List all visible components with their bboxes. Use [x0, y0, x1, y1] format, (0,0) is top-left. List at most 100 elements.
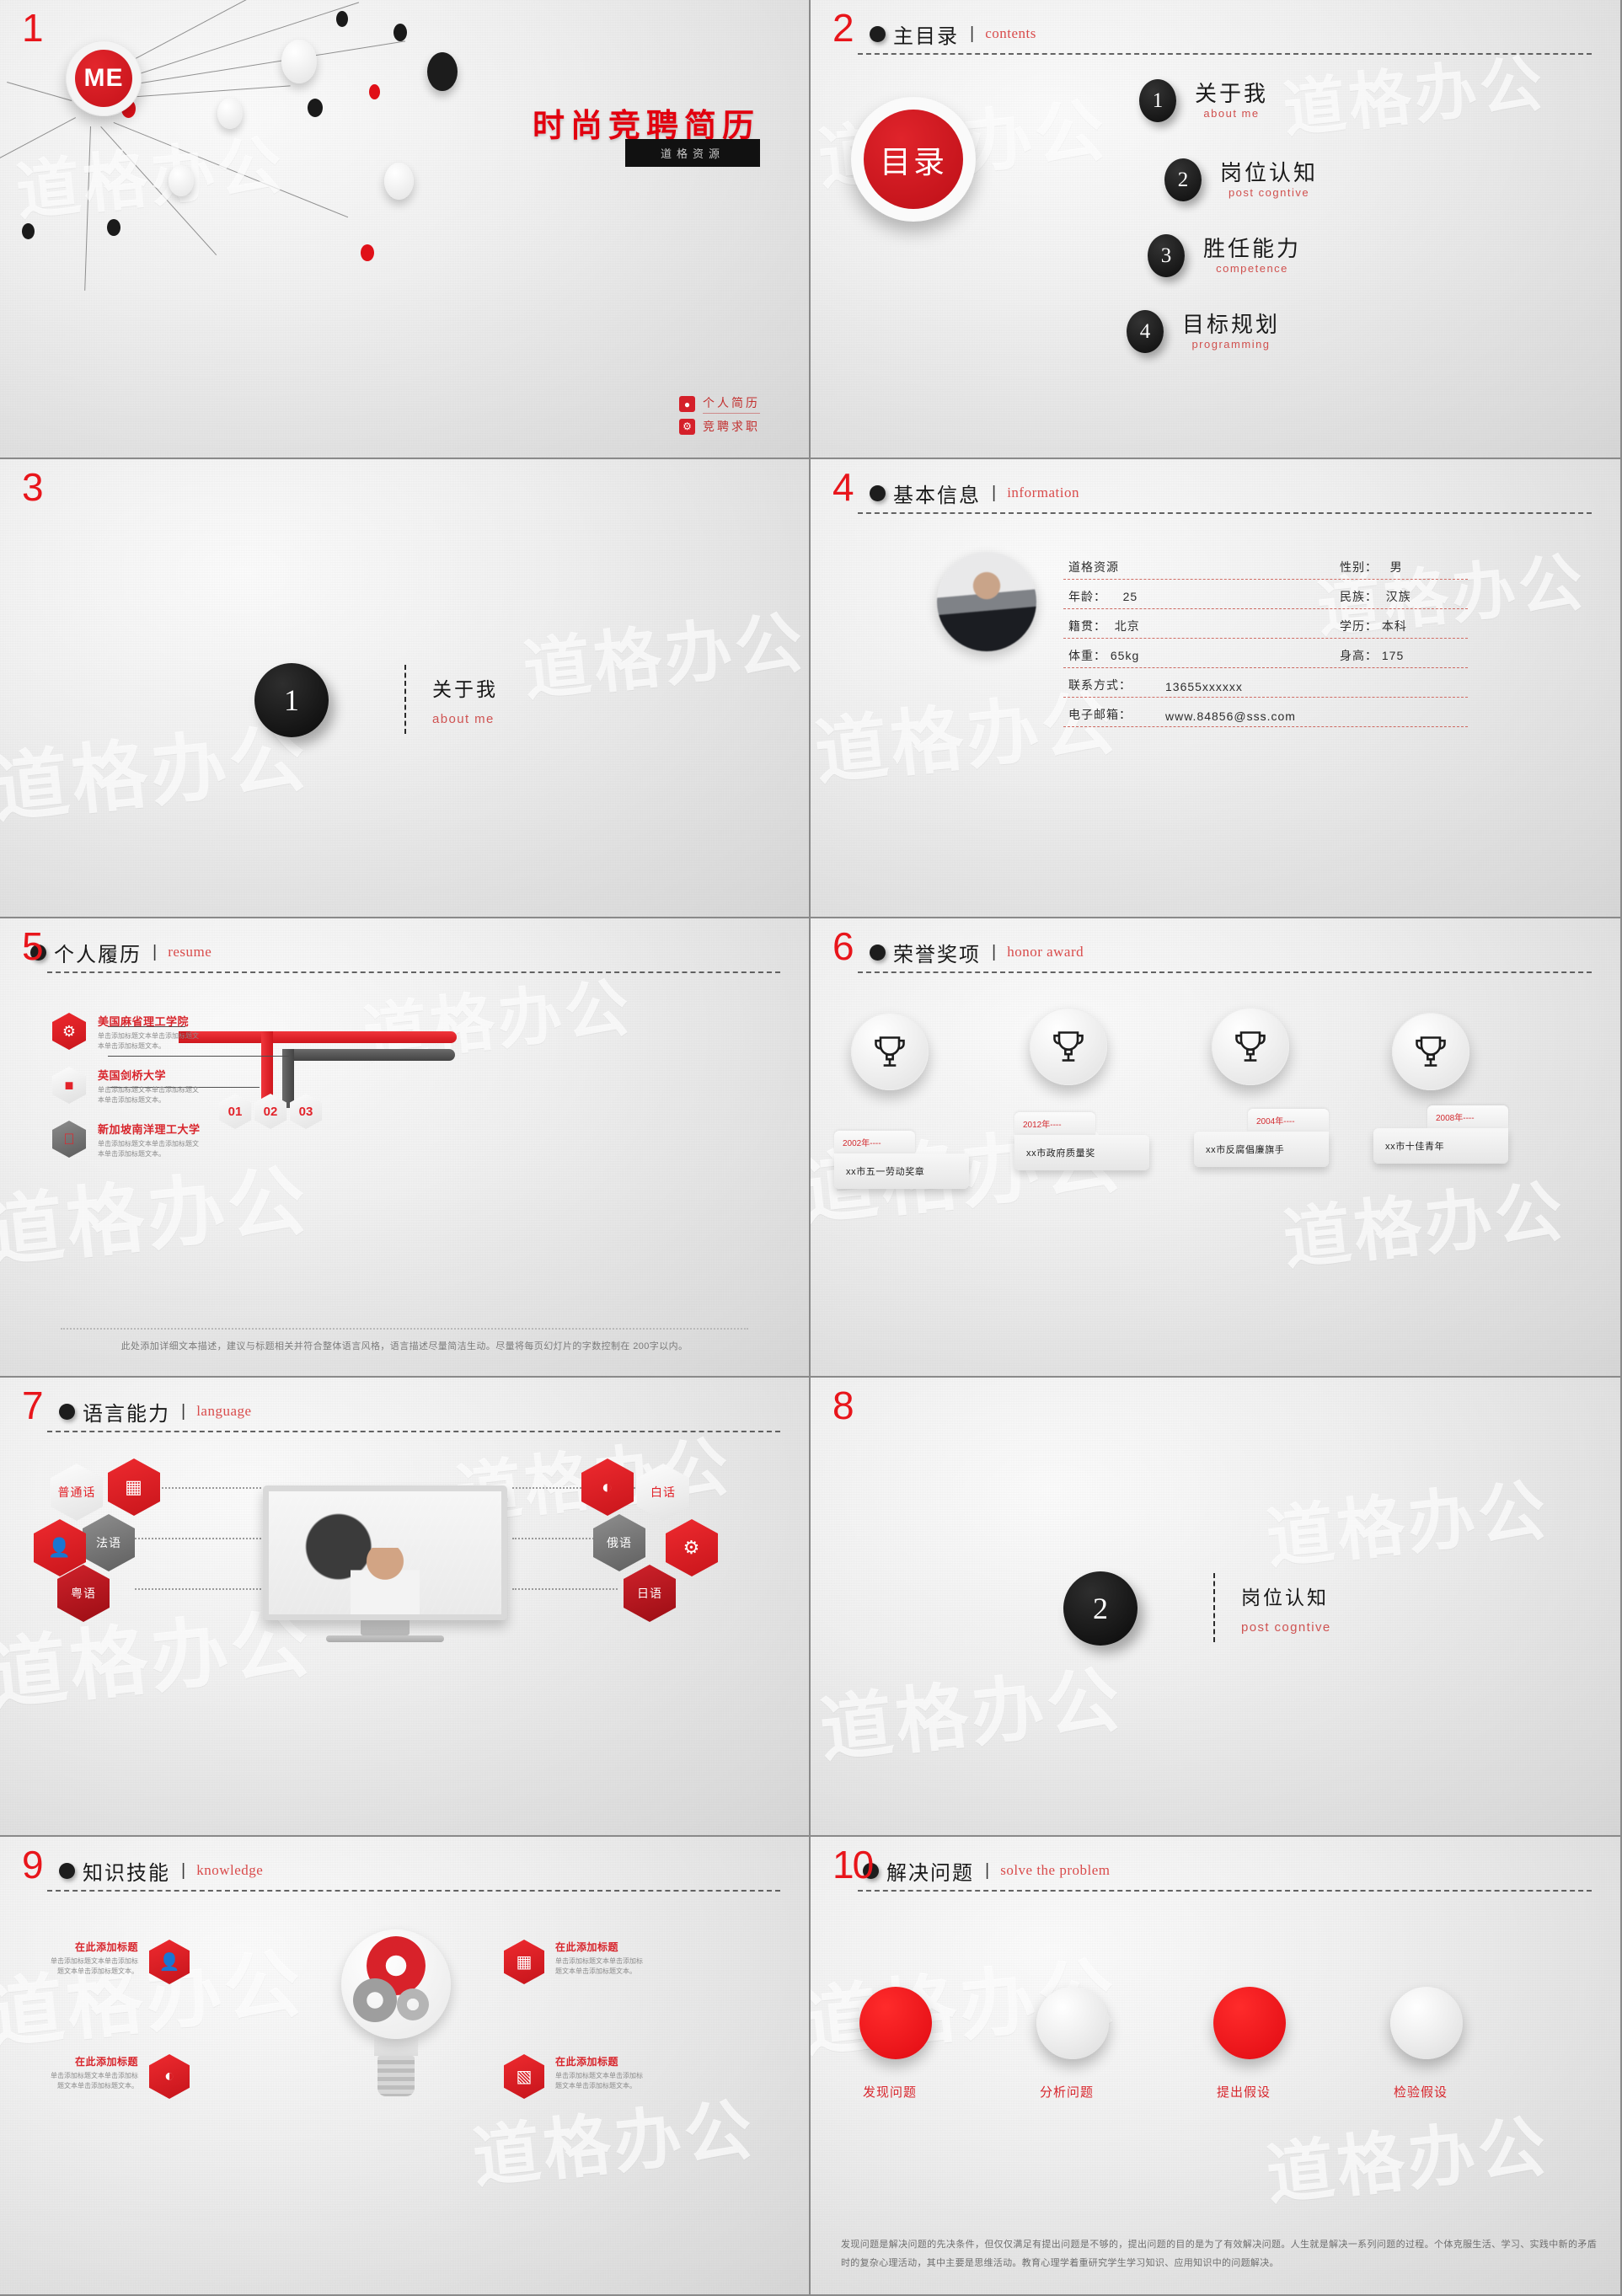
- step-label-1: 发现问题: [863, 2085, 918, 2100]
- lightbulb-illustration: [320, 1929, 472, 2123]
- header-rule: [858, 1890, 1592, 1892]
- step-badge-03[interactable]: 03: [290, 1094, 322, 1129]
- knowledge-item-1[interactable]: 在此添加标题 单击添加标题文本单击添加标题文本单击添加标题文本。 👤: [47, 1940, 190, 1984]
- slide-7-header: 7 语言能力 | language: [22, 1386, 780, 1432]
- toc-item-4[interactable]: 4 目标规划 programming: [1127, 310, 1280, 353]
- info-left-value: 13655xxxxxx: [1165, 680, 1243, 693]
- toc-number: 4: [1127, 310, 1164, 353]
- section-number-circle: 1: [254, 663, 329, 737]
- language-hex-putonghua[interactable]: 普通话: [51, 1464, 103, 1521]
- cover-badge-label: 竞聘求职: [703, 420, 760, 433]
- bullet-dot-icon: [59, 1862, 75, 1879]
- award-name: xx市政府质量奖: [1014, 1135, 1149, 1170]
- header-separator: |: [181, 1860, 186, 1880]
- info-right-value: 本科: [1381, 619, 1407, 633]
- header-title-en: solve the problem: [1000, 1862, 1111, 1878]
- header-row: 基本信息 | information: [832, 476, 1592, 510]
- language-hex-french[interactable]: 法语: [83, 1514, 135, 1571]
- monitor-screen: [263, 1485, 507, 1620]
- knowledge-item-3[interactable]: 在此添加标题 单击添加标题文本单击添加标题文本单击添加标题文本。 ◐: [47, 2054, 190, 2099]
- header-row: 解决问题 | solve the problem: [832, 1854, 1592, 1887]
- award-card-2[interactable]: 2012年---- xx市政府质量奖: [1014, 1112, 1149, 1170]
- knowledge-text: 在此添加标题 单击添加标题文本单击添加标题文本单击添加标题文本。: [555, 1940, 646, 1977]
- trophy-circle-3: [1212, 1008, 1289, 1085]
- language-hex-japanese[interactable]: 日语: [624, 1565, 676, 1622]
- slide-4-information[interactable]: 道格办公 道格办公 4 基本信息 | information 道格资源 性别： …: [811, 459, 1622, 918]
- network-line: [113, 122, 349, 218]
- network-line: [126, 85, 291, 98]
- contents-badge-label: 目录: [864, 110, 963, 209]
- slide-3-section-about-me[interactable]: 道格办公 道格办公 3 1 关于我 about me: [0, 459, 811, 918]
- header-title-zh: 个人履历: [54, 943, 142, 966]
- info-right-value: 175: [1381, 649, 1405, 662]
- step-circle-1[interactable]: [859, 1987, 932, 2059]
- award-card-4[interactable]: 2008年---- xx市十佳青年: [1373, 1105, 1508, 1164]
- slide-2-contents[interactable]: 道格办公 道格办公 2 主目录 | contents 目录 1 关于我 abou…: [811, 0, 1622, 459]
- connector-dots: [512, 1588, 618, 1590]
- step-badge-01[interactable]: 01: [219, 1094, 251, 1129]
- award-year: 2002年----: [834, 1131, 915, 1153]
- header-separator: |: [153, 942, 158, 961]
- step-circle-2[interactable]: [1036, 1987, 1109, 2059]
- bullet-dot-icon: [59, 1403, 75, 1420]
- slide-1-cover[interactable]: 道格办公 1 ME 时尚竞聘简历 道格资源 ● 个人简历 ⚙ 竞聘求职: [0, 0, 811, 459]
- toc-text: 关于我 about me: [1195, 82, 1268, 120]
- slide-6-honor-award[interactable]: 道格办公 道格办公 6 荣誉奖项 | honor award 2002年----: [811, 918, 1622, 1378]
- award-year: 2008年----: [1427, 1105, 1508, 1128]
- resume-footnote: 此处添加详细文本描述，建议与标题相关并符合整体语言风格，语言描述尽量简洁生动。尽…: [61, 1328, 748, 1356]
- toc-item-2[interactable]: 2 岗位认知 post cogntive: [1164, 158, 1318, 201]
- cover-badge[interactable]: ● 个人简历: [679, 394, 760, 414]
- info-left-label: 电子邮箱：: [1068, 708, 1132, 721]
- network-node: [22, 223, 35, 239]
- knowledge-item-2[interactable]: ▦ 在此添加标题 单击添加标题文本单击添加标题文本单击添加标题文本。: [504, 1940, 646, 1984]
- footnote-text: 此处添加详细文本描述，建议与标题相关并符合整体语言风格，语言描述尽量简洁生动。尽…: [120, 1341, 688, 1352]
- knowledge-item-4[interactable]: ▧ 在此添加标题 单击添加标题文本单击添加标题文本单击添加标题文本。: [504, 2054, 646, 2099]
- language-hex-russian[interactable]: 俄语: [593, 1514, 645, 1571]
- info-row: 年龄： 25 民族： 汉族: [1063, 580, 1468, 609]
- step-label-3: 提出假设: [1217, 2085, 1271, 2100]
- language-hex-baihua[interactable]: 白话: [637, 1464, 689, 1521]
- chart-bar-icon: ▦: [504, 1940, 544, 1984]
- contents-badge: 目录: [851, 97, 976, 222]
- knowledge-desc: 单击添加标题文本单击添加标题文本单击添加标题文本。: [555, 1957, 643, 1975]
- award-name: xx市反腐倡廉旗手: [1194, 1132, 1329, 1167]
- education-item-3[interactable]:  新加坡南洋理工大学 单击添加标题文本单击添加标题文本单击添加标题文本。: [52, 1121, 201, 1159]
- bullet-dot-icon: [870, 25, 886, 42]
- toc-item-1[interactable]: 1 关于我 about me: [1139, 79, 1268, 122]
- header-rule: [858, 512, 1592, 514]
- me-logo-label: ME: [75, 50, 132, 107]
- cover-badge[interactable]: ⚙ 竞聘求职: [679, 418, 760, 435]
- slide-9-knowledge[interactable]: 道格办公 道格办公 9 知识技能 | knowledge 在此添加标题 单击添加…: [0, 1837, 811, 2296]
- step-circle-3[interactable]: [1213, 1987, 1286, 2059]
- slide-10-solve-the-problem[interactable]: 道格办公 道格办公 10 解决问题 | solve the problem 发现…: [811, 1837, 1622, 2296]
- pipe-red: [261, 1031, 273, 1104]
- network-node: [281, 40, 317, 83]
- toc-label-zh: 关于我: [1195, 80, 1269, 106]
- award-card-1[interactable]: 2002年---- xx市五一劳动奖章: [834, 1131, 969, 1189]
- info-left-label: 联系方式：: [1068, 678, 1132, 692]
- slide-8-section-post-cognitive[interactable]: 道格办公 道格办公 8 2 岗位认知 post cogntive: [811, 1378, 1622, 1837]
- info-right-value: 男: [1389, 560, 1403, 574]
- network-line: [118, 0, 290, 68]
- slide-7-language[interactable]: 道格办公 道格办公 7 语言能力 | language 普通话 法语 粤语 ▦ …: [0, 1378, 811, 1837]
- network-node: [361, 244, 374, 261]
- award-name: xx市五一劳动奖章: [834, 1153, 969, 1189]
- info-left-label: 体重：: [1068, 649, 1106, 662]
- education-item-1[interactable]: ⚙ 美国麻省理工学院 单击添加标题文本单击添加标题文本单击添加标题文本。: [52, 1013, 199, 1051]
- award-card-3[interactable]: 2004年---- xx市反腐倡廉旗手: [1194, 1109, 1329, 1167]
- bullet-dot-icon: [870, 944, 886, 961]
- slide-5-resume[interactable]: 道格办公 道格办公 5 个人履历 | resume ⚙ 美国麻省理工学院 单击添…: [0, 918, 811, 1378]
- step-circle-4[interactable]: [1390, 1987, 1463, 2059]
- info-row: 电子邮箱： www.84856@sss.com: [1063, 698, 1468, 727]
- info-right: 学历： 本科: [1340, 618, 1466, 634]
- education-name: 美国麻省理工学院: [98, 1015, 190, 1028]
- education-desc: 单击添加标题文本单击添加标题文本单击添加标题文本。: [98, 1086, 199, 1104]
- toc-item-3[interactable]: 3 胜任能力 competence: [1148, 234, 1301, 277]
- education-item-2[interactable]: ■ 英国剑桥大学 单击添加标题文本单击添加标题文本单击添加标题文本。: [52, 1067, 199, 1105]
- user-icon: ●: [679, 396, 695, 412]
- toc-text: 目标规划 programming: [1182, 313, 1280, 351]
- info-left-value: www.84856@sss.com: [1165, 709, 1296, 723]
- toc-text: 岗位认知 post cogntive: [1220, 161, 1318, 200]
- header-title-zh: 解决问题: [886, 1861, 974, 1885]
- header-title-zh: 知识技能: [83, 1861, 170, 1885]
